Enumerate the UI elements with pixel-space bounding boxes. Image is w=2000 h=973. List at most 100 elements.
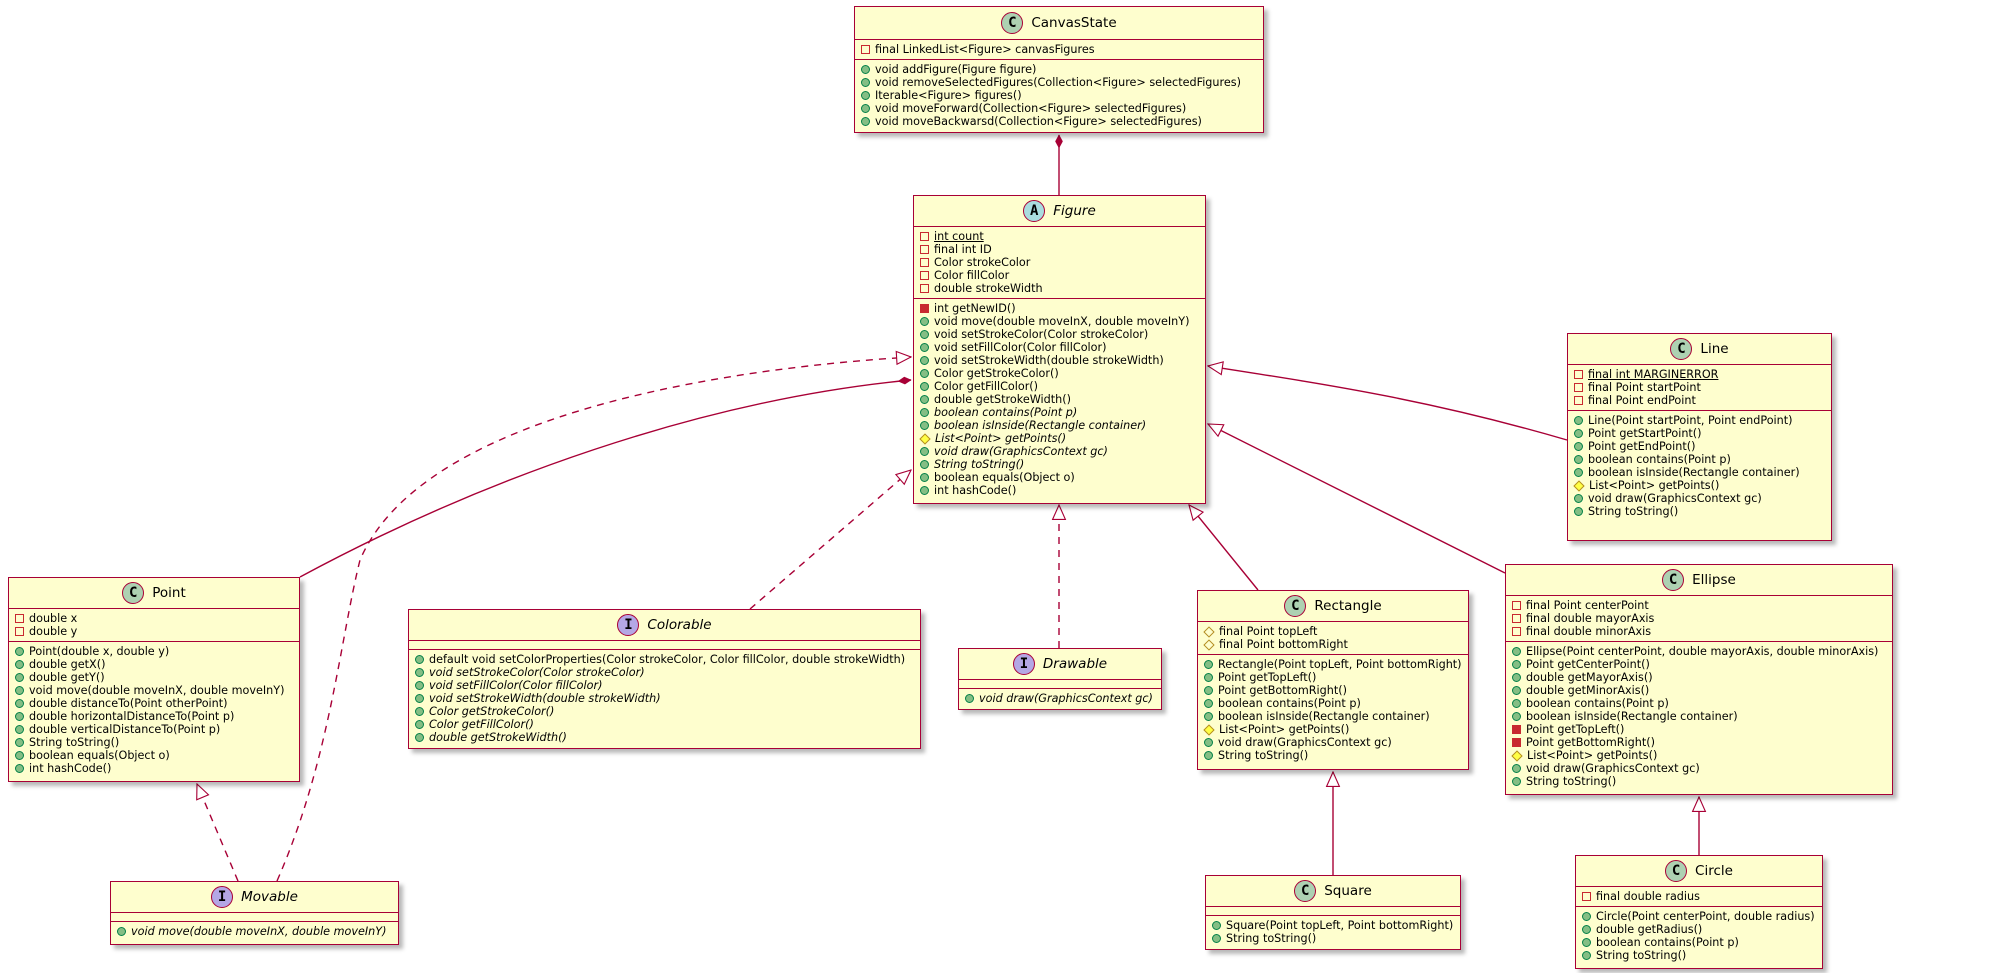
class-point[interactable]: C Point double x double y Point(double x, do…	[8, 577, 300, 782]
method-row: List<Point> getPoints()	[1203, 723, 1468, 736]
method-text: List<Point> getPoints()	[1589, 479, 1720, 492]
edge-colorable-figure	[749, 470, 911, 610]
field-text: double x	[29, 612, 78, 625]
private-field-icon	[1574, 396, 1583, 405]
class-stereotype-icon: C	[122, 582, 145, 604]
fields-section-empty	[959, 680, 1161, 689]
method-text: List<Point> getPoints()	[1527, 749, 1658, 762]
public-method-icon	[1582, 925, 1591, 934]
public-method-icon	[15, 751, 24, 760]
method-text: boolean isInside(Rectangle container)	[934, 419, 1147, 432]
class-header: I Drawable	[959, 649, 1161, 680]
method-row: double getStrokeWidth()	[415, 731, 920, 744]
field-row: final Point bottomRight	[1203, 638, 1468, 651]
method-row: void moveForward(Collection<Figure> sele…	[861, 102, 1263, 115]
private-field-icon	[861, 45, 870, 54]
method-text: double verticalDistanceTo(Point p)	[29, 723, 221, 736]
public-method-icon	[1574, 442, 1583, 451]
class-name: Circle	[1695, 863, 1733, 879]
method-row: boolean contains(Point p)	[1512, 697, 1892, 710]
public-method-icon	[920, 447, 929, 456]
method-row: double getY()	[15, 671, 299, 684]
method-text: int hashCode()	[934, 484, 1017, 497]
public-method-icon	[15, 660, 24, 669]
method-text: boolean isInside(Rectangle container)	[1218, 710, 1430, 723]
methods-section: Square(Point topLeft, Point bottomRight)…	[1206, 916, 1460, 948]
fields-section-empty	[409, 641, 920, 650]
fields-section-empty	[1206, 907, 1460, 916]
class-canvasstate[interactable]: C CanvasState final LinkedList<Figure> can…	[854, 6, 1264, 133]
protected-method-icon	[1203, 723, 1215, 736]
field-row: Color strokeColor	[920, 256, 1205, 269]
method-text: Color getStrokeColor()	[934, 367, 1059, 380]
interface-drawable[interactable]: I Drawable void draw(GraphicsContext gc)	[958, 648, 1162, 710]
public-method-icon	[415, 694, 424, 703]
method-row: boolean contains(Point p)	[920, 406, 1205, 419]
edge-point-figure	[299, 380, 911, 578]
method-row: void move(double moveInX, double moveInY…	[15, 684, 299, 697]
public-method-icon	[415, 720, 424, 729]
method-row: List<Point> getPoints()	[919, 432, 1205, 445]
private-field-icon	[920, 245, 929, 254]
class-ellipse[interactable]: C Ellipse final Point centerPoint final dou…	[1505, 564, 1893, 795]
private-field-icon	[1512, 601, 1521, 610]
public-method-icon	[1512, 686, 1521, 695]
public-method-icon	[1204, 738, 1213, 747]
public-method-icon	[1204, 751, 1213, 760]
field-text: final Point endPoint	[1588, 394, 1696, 407]
method-text: Color getStrokeColor()	[429, 705, 555, 718]
field-text: final Point centerPoint	[1526, 599, 1649, 612]
method-text: String toString()	[1596, 949, 1687, 962]
method-text: void move(double moveInX, double moveInY…	[29, 684, 285, 697]
private-field-icon	[1512, 627, 1521, 636]
public-method-icon	[1512, 764, 1521, 773]
class-name: Point	[152, 585, 186, 601]
edge-ellipse-figure	[1208, 423, 1506, 574]
class-line[interactable]: C Line final int MARGINERROR final Point st…	[1567, 333, 1832, 541]
public-method-icon	[920, 408, 929, 417]
public-method-icon	[15, 738, 24, 747]
public-method-icon	[920, 317, 929, 326]
field-text: final int MARGINERROR	[1588, 368, 1719, 381]
method-text: List<Point> getPoints()	[935, 432, 1067, 445]
class-stereotype-icon: C	[1284, 595, 1307, 617]
private-field-icon	[920, 284, 929, 293]
class-rectangle[interactable]: C Rectangle final Point topLeft final Point…	[1197, 590, 1469, 770]
public-method-icon	[861, 65, 870, 74]
methods-section: void move(double moveInX, double moveInY…	[111, 922, 398, 941]
method-row: int getNewID()	[920, 302, 1205, 315]
method-row: Point getTopLeft()	[1512, 723, 1892, 736]
public-method-icon	[1212, 921, 1221, 930]
field-row: final double radius	[1582, 890, 1822, 903]
public-method-icon	[415, 655, 424, 664]
method-row: Point getStartPoint()	[1574, 427, 1831, 440]
class-name: Square	[1324, 883, 1372, 899]
fields-section-empty	[111, 913, 398, 922]
method-row: void moveBackwarsd(Collection<Figure> se…	[861, 115, 1263, 128]
methods-section: Line(Point startPoint, Point endPoint) Po…	[1568, 411, 1831, 521]
class-circle[interactable]: C Circle final double radius Circle(Point c…	[1575, 855, 1823, 969]
class-name: Figure	[1053, 203, 1096, 219]
class-name: Movable	[241, 889, 298, 905]
abstract-stereotype-icon: A	[1023, 200, 1046, 222]
fields-section: double x double y	[9, 609, 299, 642]
protected-field-icon	[1203, 638, 1215, 651]
method-text: Line(Point startPoint, Point endPoint)	[1588, 414, 1793, 427]
method-row: Square(Point topLeft, Point bottomRight)	[1212, 919, 1460, 932]
protected-method-icon	[1573, 479, 1585, 492]
class-figure[interactable]: A Figure int count final int ID Color stroke…	[913, 195, 1206, 504]
public-method-icon	[1574, 507, 1583, 516]
public-method-icon	[1512, 699, 1521, 708]
field-row: final double minorAxis	[1512, 625, 1892, 638]
method-text: void addFigure(Figure figure)	[875, 63, 1037, 76]
interface-movable[interactable]: I Movable void move(double moveInX, double…	[110, 881, 399, 945]
class-square[interactable]: C Square Square(Point topLeft, Point botto…	[1205, 875, 1461, 950]
interface-colorable[interactable]: I Colorable default void setColorPropertie…	[408, 609, 921, 749]
methods-section: void draw(GraphicsContext gc)	[959, 689, 1161, 708]
methods-section: Circle(Point centerPoint, double radius)…	[1576, 907, 1822, 965]
method-row: boolean equals(Object o)	[920, 471, 1205, 484]
method-text: int getNewID()	[934, 302, 1016, 315]
public-method-icon	[15, 673, 24, 682]
method-row: void move(double moveInX, double moveInY…	[920, 315, 1205, 328]
public-method-icon	[1204, 712, 1213, 721]
